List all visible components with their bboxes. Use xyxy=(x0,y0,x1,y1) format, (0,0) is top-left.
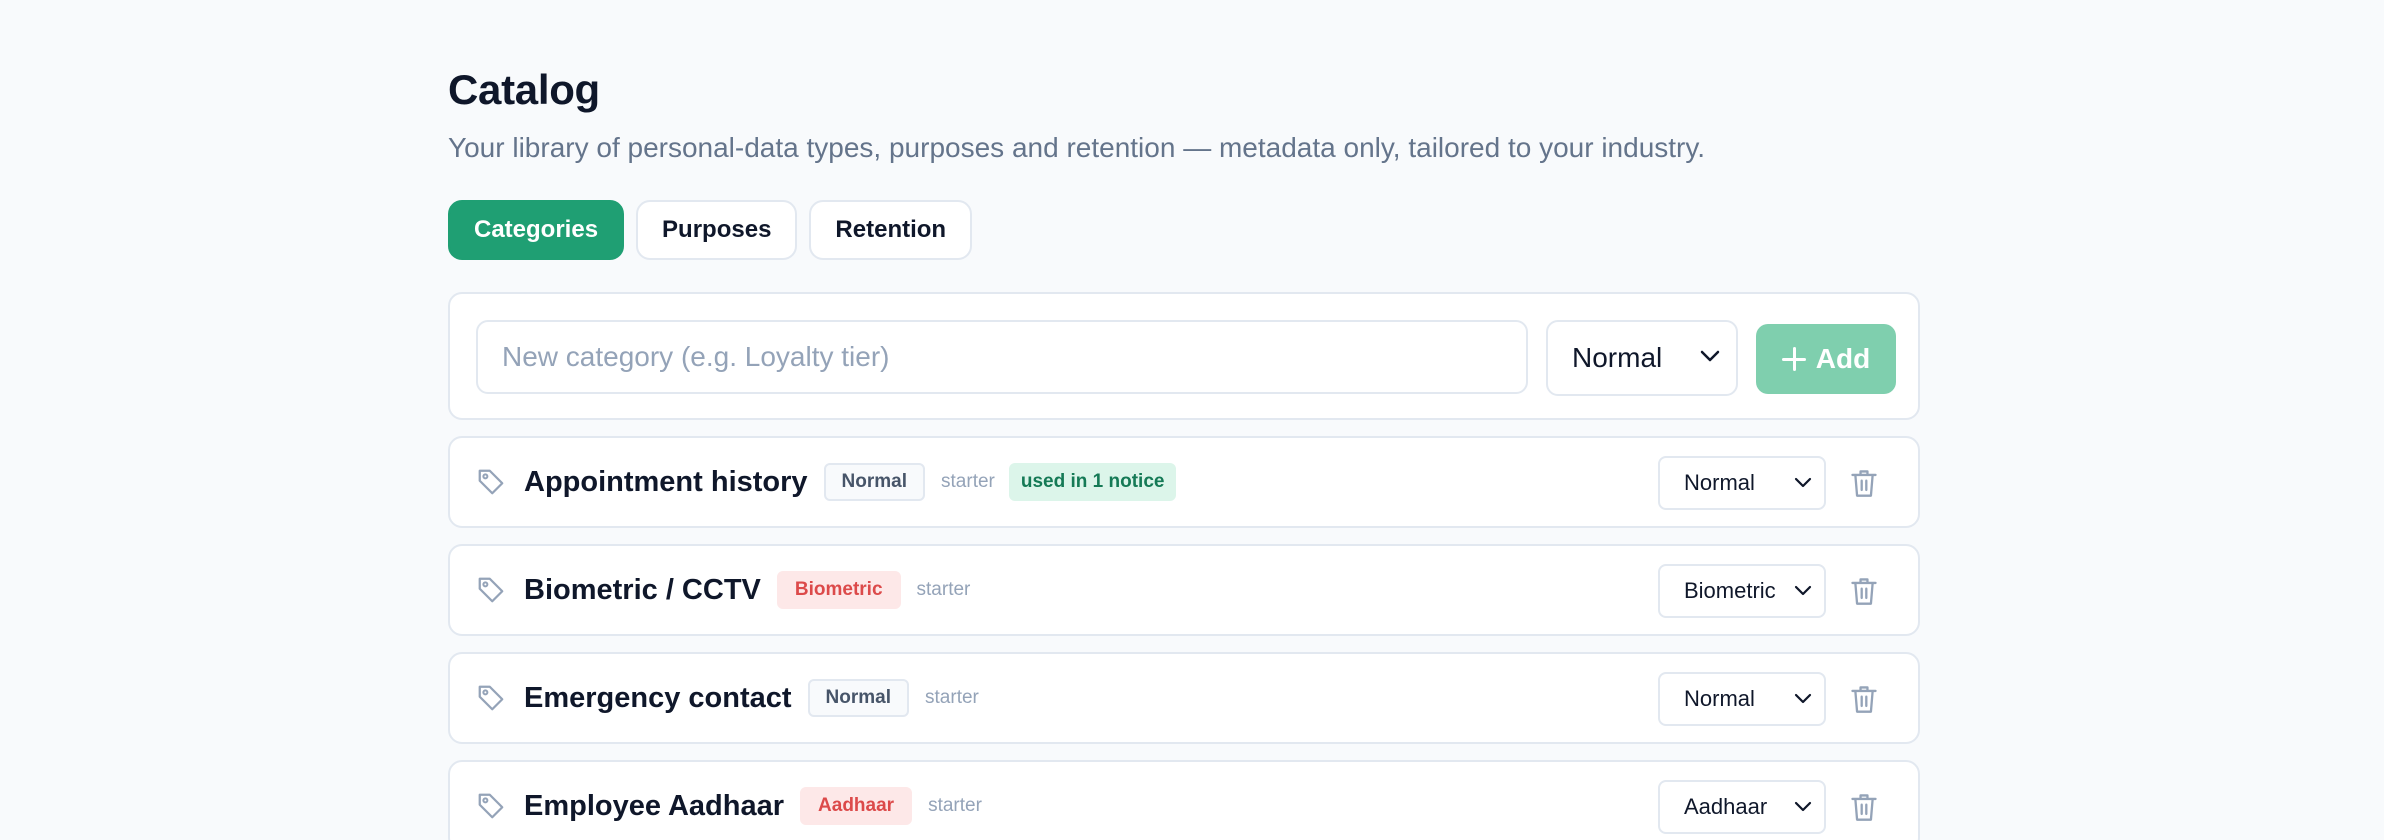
category-name: Employee Aadhaar xyxy=(524,789,785,822)
tab-categories[interactable]: Categories xyxy=(448,200,625,260)
category-name: Emergency contact xyxy=(524,681,792,714)
chevron-down-icon xyxy=(1794,693,1812,704)
source-label: starter xyxy=(916,579,971,600)
select-value: Biometric xyxy=(1684,578,1776,603)
select-value: Aadhaar xyxy=(1684,794,1768,819)
tab-bar: Categories Purposes Retention xyxy=(448,200,973,260)
trash-icon[interactable] xyxy=(1850,792,1878,822)
tab-retention[interactable]: Retention xyxy=(809,200,973,260)
category-list: Appointment history Normal starter used … xyxy=(448,436,1920,840)
select-value: Normal xyxy=(1572,342,1663,373)
sensitivity-badge: Normal xyxy=(807,679,910,717)
sensitivity-select[interactable]: Biometric xyxy=(1658,564,1826,618)
source-label: starter xyxy=(941,471,995,492)
add-category-card: Normal Add xyxy=(448,292,1920,420)
new-category-sensitivity-select[interactable]: Normal xyxy=(1546,320,1738,396)
sensitivity-select[interactable]: Normal xyxy=(1658,456,1826,510)
source-label: starter xyxy=(928,795,982,816)
plus-icon xyxy=(1781,347,1806,371)
trash-icon[interactable] xyxy=(1850,684,1878,714)
chevron-down-icon xyxy=(1794,585,1812,596)
category-row-emergency-contact: Emergency contact Normal starter Normal xyxy=(448,652,1920,744)
page-subtitle: Your library of personal-data types, pur… xyxy=(448,132,1706,163)
select-value: Normal xyxy=(1684,686,1755,711)
sensitivity-select[interactable]: Aadhaar xyxy=(1658,780,1826,834)
sensitivity-select[interactable]: Normal xyxy=(1658,672,1826,726)
sensitivity-badge: Aadhaar xyxy=(800,787,913,825)
source-label: starter xyxy=(925,687,979,708)
chevron-down-icon xyxy=(1794,477,1812,488)
usage-badge: used in 1 notice xyxy=(1008,463,1177,501)
sensitivity-badge: Biometric xyxy=(776,571,901,609)
tab-purposes[interactable]: Purposes xyxy=(636,200,798,260)
page-title: Catalog xyxy=(448,66,600,113)
tag-icon xyxy=(478,685,504,711)
category-row-employee-aadhaar: Employee Aadhaar Aadhaar starter Aadhaar xyxy=(448,760,1920,840)
chevron-down-icon xyxy=(1794,801,1812,812)
select-value: Normal xyxy=(1684,470,1755,495)
tag-icon xyxy=(478,469,504,495)
add-category-button[interactable]: Add xyxy=(1756,324,1896,394)
category-name: Appointment history xyxy=(524,465,808,498)
tag-icon xyxy=(478,577,504,603)
add-button-label: Add xyxy=(1815,343,1871,374)
tag-icon xyxy=(478,793,504,819)
category-row-biometric-cctv: Biometric / CCTV Biometric starter Biome… xyxy=(448,544,1920,636)
trash-icon[interactable] xyxy=(1850,468,1878,498)
new-category-input[interactable] xyxy=(476,320,1528,394)
category-row-appointment-history: Appointment history Normal starter used … xyxy=(448,436,1920,528)
category-name: Biometric / CCTV xyxy=(524,573,761,606)
chevron-down-icon xyxy=(1700,350,1720,362)
trash-icon[interactable] xyxy=(1850,576,1878,606)
sensitivity-badge: Normal xyxy=(823,463,926,501)
